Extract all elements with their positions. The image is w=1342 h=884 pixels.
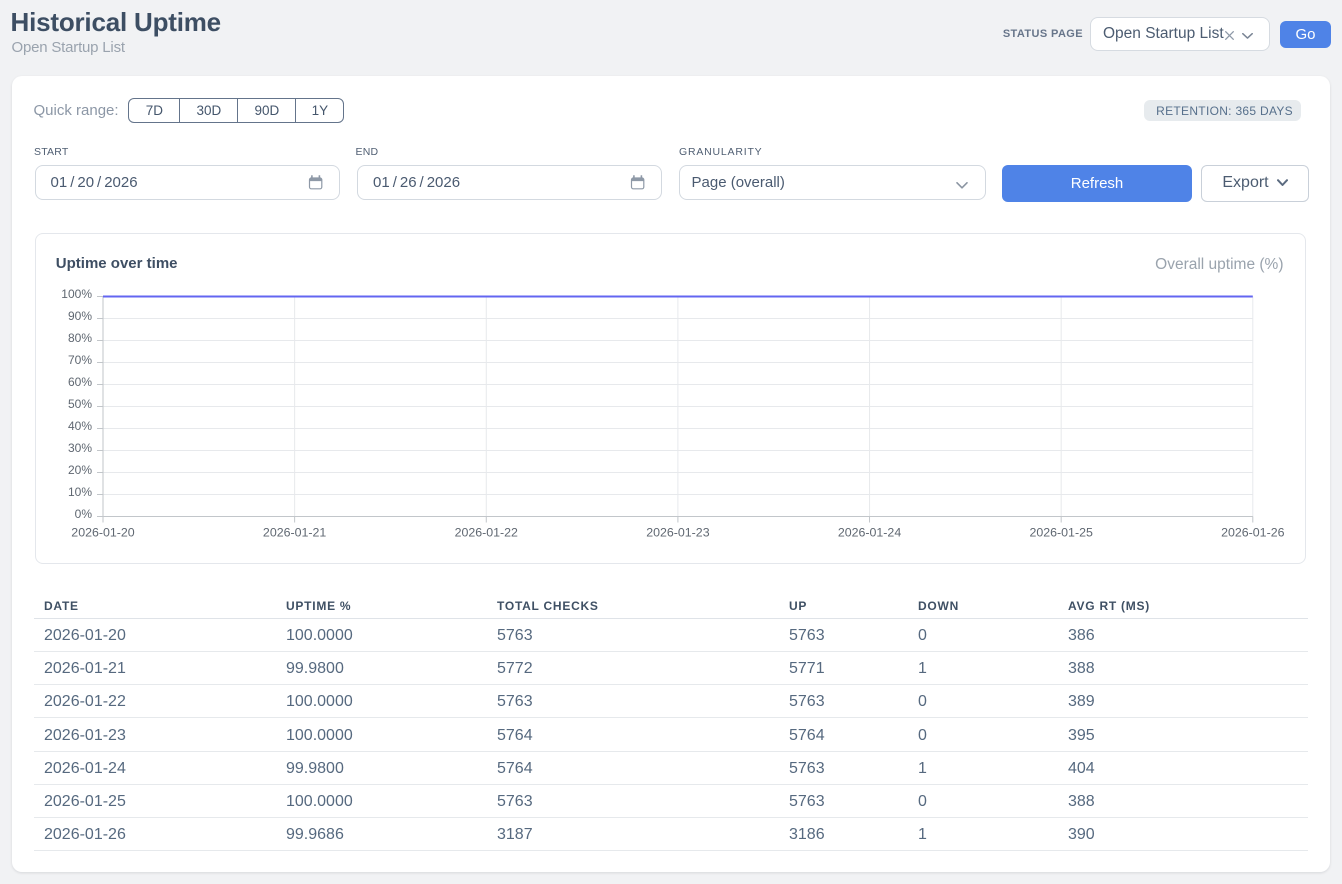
- svg-text:2026-01-24: 2026-01-24: [837, 525, 900, 539]
- svg-text:0%: 0%: [74, 506, 92, 520]
- svg-text:80%: 80%: [67, 330, 91, 344]
- svg-text:60%: 60%: [67, 374, 91, 388]
- svg-text:50%: 50%: [67, 396, 91, 410]
- svg-text:2026-01-21: 2026-01-21: [262, 525, 325, 539]
- svg-text:2026-01-25: 2026-01-25: [1029, 525, 1092, 539]
- svg-text:10%: 10%: [67, 484, 91, 498]
- svg-text:90%: 90%: [67, 308, 91, 322]
- svg-text:20%: 20%: [67, 462, 91, 476]
- svg-text:2026-01-23: 2026-01-23: [646, 525, 709, 539]
- svg-text:70%: 70%: [67, 352, 91, 366]
- svg-text:2026-01-20: 2026-01-20: [71, 525, 134, 539]
- svg-text:40%: 40%: [67, 418, 91, 432]
- svg-text:100%: 100%: [61, 286, 92, 300]
- svg-text:2026-01-22: 2026-01-22: [454, 525, 517, 539]
- svg-text:2026-01-26: 2026-01-26: [1221, 525, 1284, 539]
- svg-text:30%: 30%: [67, 440, 91, 454]
